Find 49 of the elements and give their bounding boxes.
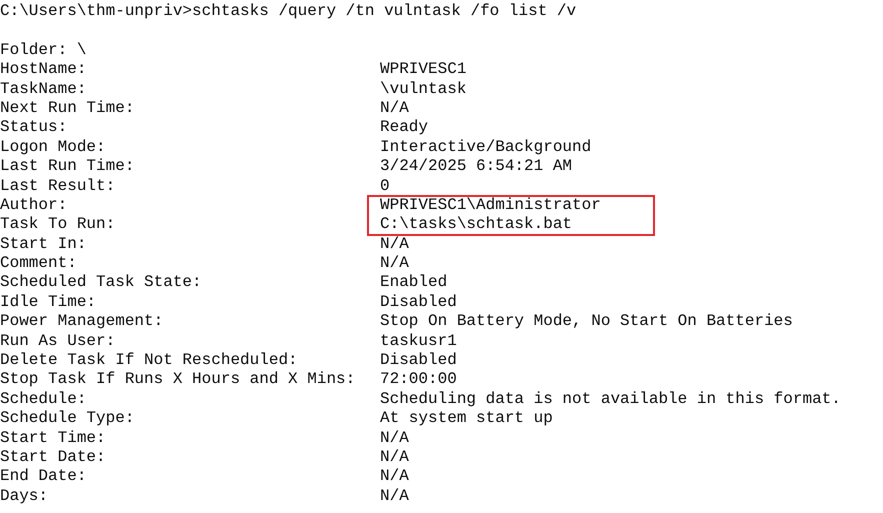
property-value: Scheduling data is not available in this format. <box>380 390 842 410</box>
property-value: N/A <box>380 486 410 506</box>
property-label: Days: <box>0 486 50 506</box>
property-value: At system start up <box>380 409 554 429</box>
property-value: Stop On Battery Mode, No Start On Batteries <box>380 312 794 332</box>
property-value: N/A <box>380 467 410 487</box>
property-value: Ready <box>380 118 430 138</box>
property-label: Last Result: <box>0 176 116 196</box>
property-label: Idle Time: <box>0 292 98 312</box>
property-label: Task To Run: <box>0 215 116 235</box>
property-label: Next Run Time: <box>0 98 136 118</box>
property-label: Start Time: <box>0 428 107 448</box>
property-label: End Date: <box>0 467 88 487</box>
property-value: Interactive/Background <box>380 138 592 158</box>
command-line: C:\Users\thm-unpriv>schtasks /query /tn vulntask /fo list /v <box>0 2 578 22</box>
property-value: 0 <box>380 176 391 196</box>
property-label: Delete Task If Not Rescheduled: <box>0 351 299 370</box>
property-label: Logon Mode: <box>0 138 107 158</box>
property-value: 3/24/2025 6:54:21 AM <box>380 157 574 177</box>
property-label: Power Management: <box>0 312 164 332</box>
property-label: Status: <box>0 118 68 138</box>
property-value: N/A <box>380 98 410 118</box>
property-label: Start Date: <box>0 448 107 468</box>
property-value: \vulntask <box>380 80 468 99</box>
property-label: Stop Task If Runs X Hours and X Mins: <box>0 370 356 390</box>
folder-value: \ <box>76 40 86 59</box>
property-label: HostName: <box>0 60 88 80</box>
property-value: WPRIVESC1 <box>380 60 468 80</box>
property-label: Last Run Time: <box>0 157 136 177</box>
folder-label: Folder: <box>0 40 68 59</box>
property-value: 72:00:00 <box>380 370 458 390</box>
property-value: taskusr1 <box>380 332 458 352</box>
property-label: Run As User: <box>0 332 116 352</box>
property-label: Comment: <box>0 254 78 274</box>
property-label: Start In: <box>0 234 88 254</box>
property-value: N/A <box>380 428 410 448</box>
property-label: Schedule: <box>0 390 88 410</box>
property-label: Author: <box>0 196 68 216</box>
property-label: Schedule Type: <box>0 409 136 429</box>
property-value: WPRIVESC1\Administrator <box>380 196 602 216</box>
property-label: Scheduled Task State: <box>0 273 203 293</box>
property-value: Disabled <box>380 292 458 312</box>
property-value: N/A <box>380 448 410 468</box>
property-value: Disabled <box>380 351 458 370</box>
property-value: Enabled <box>380 273 448 293</box>
property-value: N/A <box>380 234 410 254</box>
property-value: C:\tasks\schtask.bat <box>380 215 574 235</box>
property-label: TaskName: <box>0 80 88 99</box>
property-value: N/A <box>380 254 410 274</box>
